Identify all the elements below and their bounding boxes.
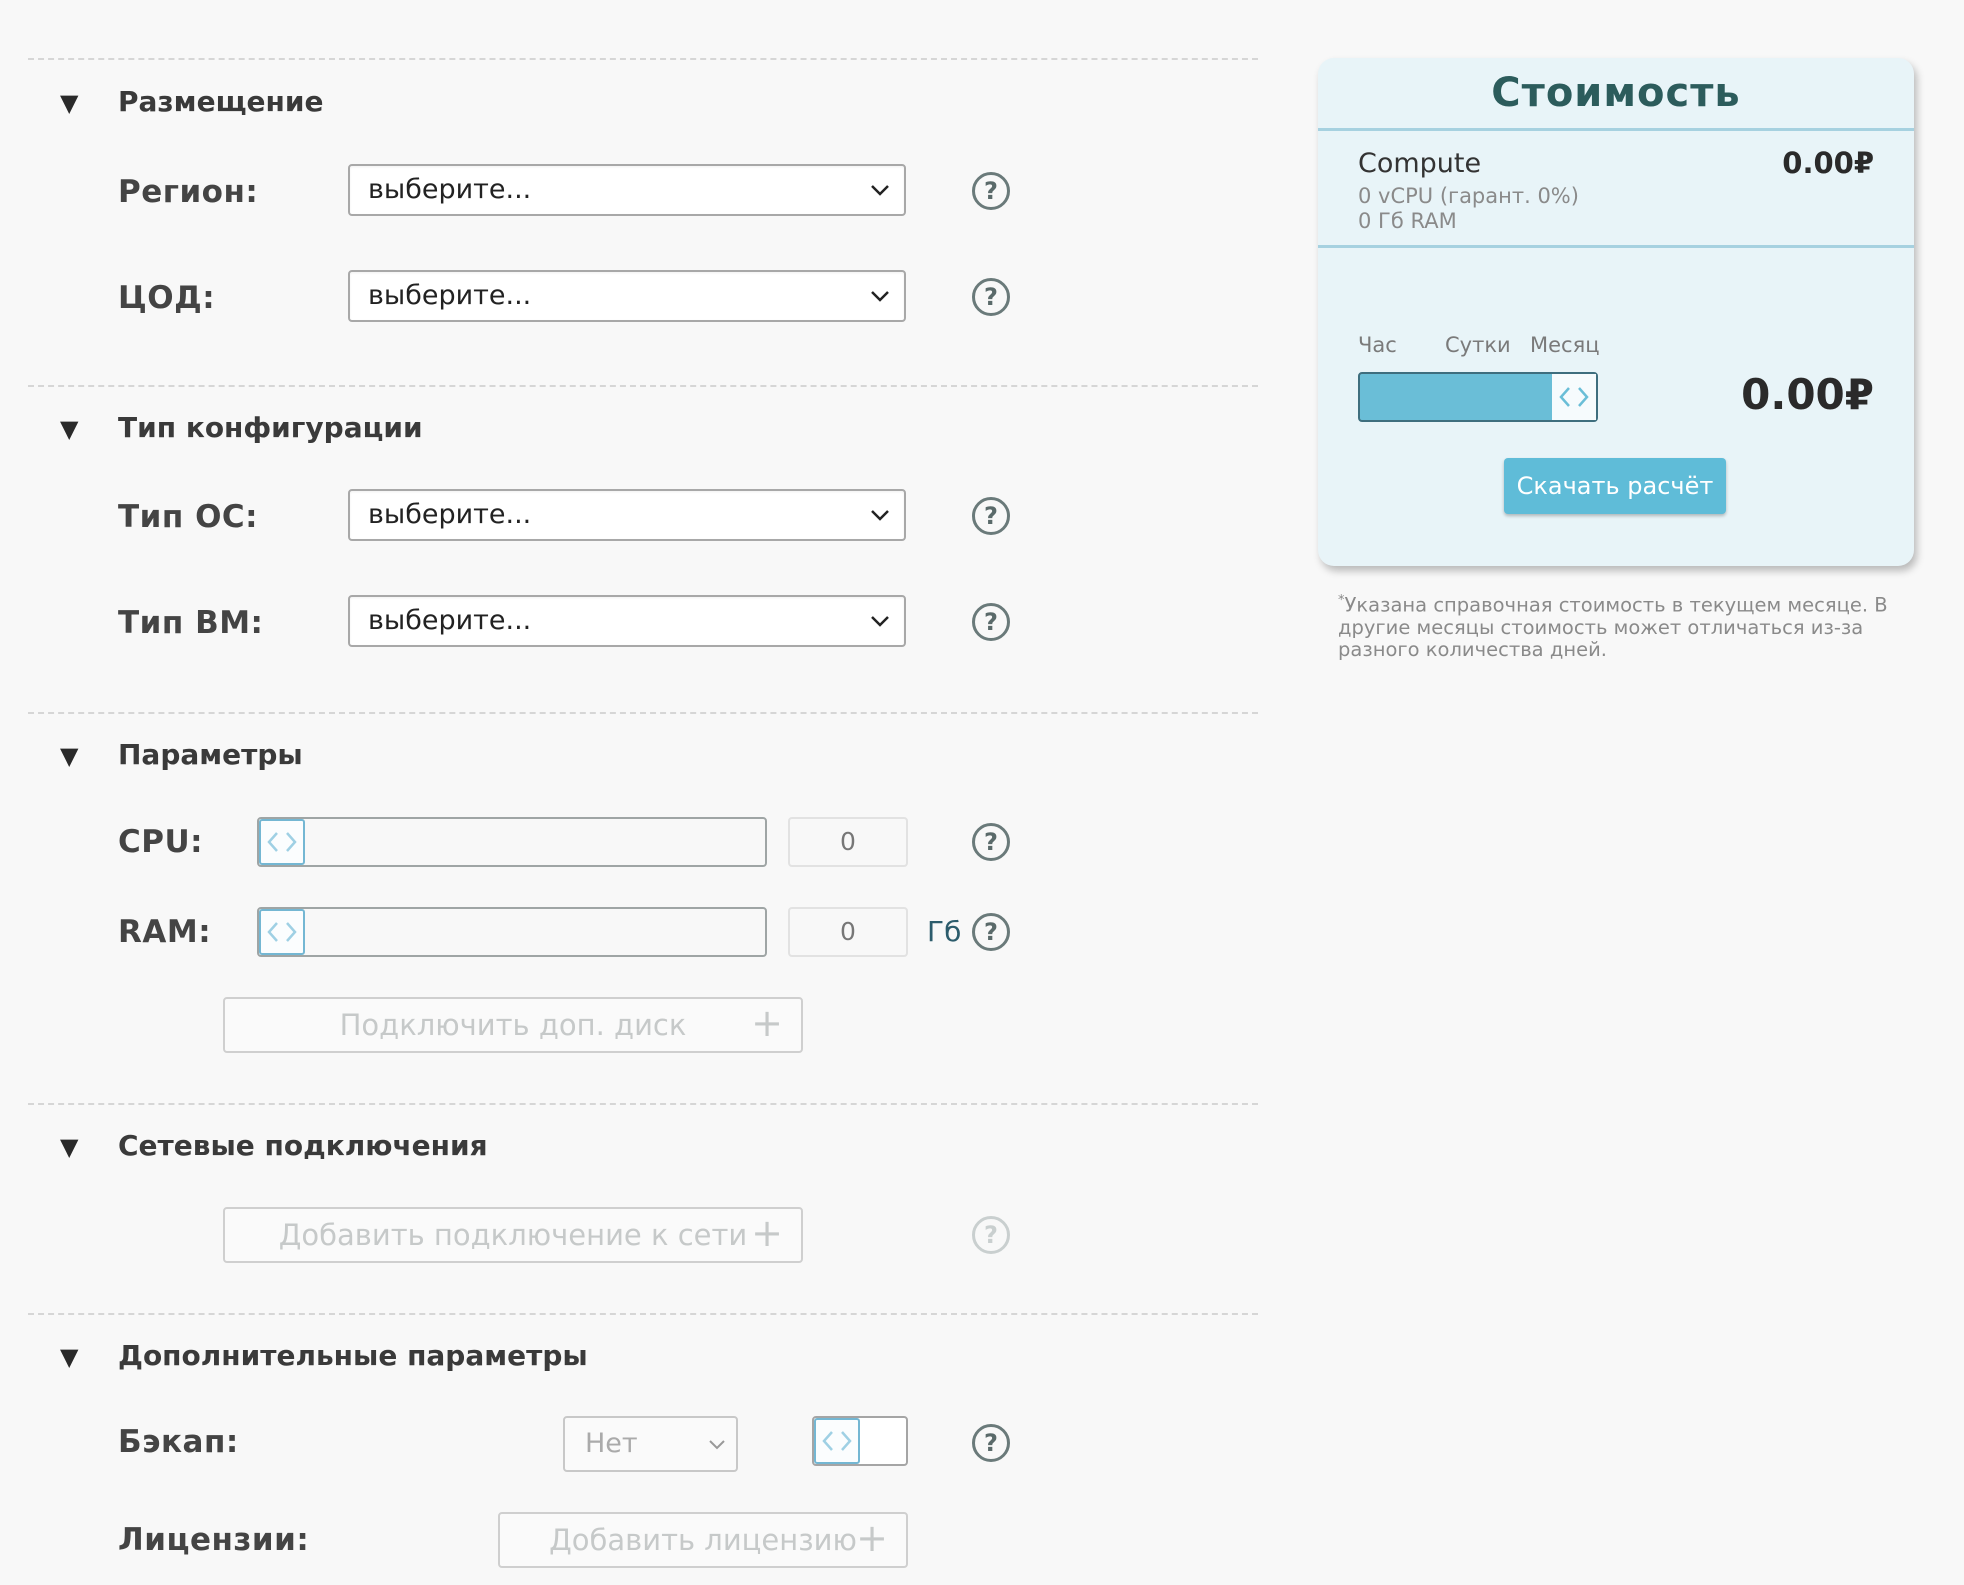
- collapse-triangle-icon: ▼: [60, 415, 79, 443]
- region-select-value: выберите...: [368, 174, 532, 205]
- section-divider: [28, 712, 1258, 714]
- cpu-slider[interactable]: [257, 817, 767, 867]
- vm-type-select[interactable]: выберите...: [348, 595, 906, 647]
- backup-select[interactable]: Нет: [563, 1416, 738, 1472]
- section-title: Параметры: [118, 738, 303, 771]
- cpu-help-icon[interactable]: ?: [972, 823, 1010, 861]
- region-label: Регион:: [118, 174, 259, 210]
- section-header-network[interactable]: ▼ Сетевые подключения: [60, 1126, 488, 1166]
- slider-handle-icon[interactable]: [1550, 374, 1596, 420]
- chevron-down-icon: [870, 597, 890, 645]
- compute-cpu-detail: 0 vCPU (гарант. 0%): [1358, 184, 1579, 208]
- collapse-triangle-icon: ▼: [60, 1343, 79, 1371]
- section-header-placement[interactable]: ▼ Размещение: [60, 82, 323, 122]
- backup-select-value: Нет: [585, 1428, 638, 1459]
- ram-slider[interactable]: [257, 907, 767, 957]
- add-license-button[interactable]: Добавить лицензию +: [498, 1512, 908, 1568]
- add-disk-button[interactable]: Подключить доп. диск +: [223, 997, 803, 1053]
- period-month-label[interactable]: Месяц: [1530, 333, 1600, 357]
- backup-label: Бэкап:: [118, 1424, 239, 1460]
- section-divider: [28, 385, 1258, 387]
- compute-name: Compute: [1358, 148, 1482, 179]
- os-type-label: Тип ОС:: [118, 499, 259, 535]
- os-type-select[interactable]: выберите...: [348, 489, 906, 541]
- add-network-button[interactable]: Добавить подключение к сети +: [223, 1207, 803, 1263]
- pricing-footnote: *Указана справочная стоимость в текущем …: [1338, 590, 1928, 661]
- section-title: Размещение: [118, 85, 324, 118]
- chevron-down-icon: [870, 491, 890, 539]
- compute-ram-detail: 0 Гб RAM: [1358, 209, 1457, 233]
- dc-select-value: выберите...: [368, 280, 532, 311]
- vm-type-label: Тип ВМ:: [118, 605, 264, 641]
- os-type-help-icon[interactable]: ?: [972, 497, 1010, 535]
- period-hour-label[interactable]: Час: [1358, 333, 1397, 357]
- footnote-text: Указана справочная стоимость в текущем м…: [1338, 593, 1888, 661]
- section-title: Сетевые подключения: [118, 1129, 488, 1162]
- period-slider[interactable]: [1358, 372, 1598, 422]
- backup-help-icon[interactable]: ?: [972, 1424, 1010, 1462]
- region-help-icon[interactable]: ?: [972, 172, 1010, 210]
- period-day-label[interactable]: Сутки: [1445, 333, 1511, 357]
- vm-type-help-icon[interactable]: ?: [972, 603, 1010, 641]
- plus-icon: +: [751, 1001, 783, 1045]
- section-divider: [28, 58, 1258, 60]
- os-type-select-value: выберите...: [368, 499, 532, 530]
- section-title: Дополнительные параметры: [118, 1339, 588, 1372]
- plus-icon: +: [751, 1211, 783, 1255]
- collapse-triangle-icon: ▼: [60, 1133, 79, 1161]
- toggle-handle-icon[interactable]: [814, 1418, 860, 1464]
- configurator-form: ▼ Размещение Регион: выберите... ? ЦОД: в…: [0, 0, 1280, 1585]
- collapse-triangle-icon: ▼: [60, 742, 79, 770]
- network-help-icon[interactable]: ?: [972, 1216, 1010, 1254]
- slider-handle-icon[interactable]: [259, 909, 305, 955]
- region-select[interactable]: выберите...: [348, 164, 906, 216]
- card-divider: [1318, 128, 1914, 131]
- compute-price: 0.00₽: [1782, 146, 1874, 180]
- section-header-config[interactable]: ▼ Тип конфигурации: [60, 408, 423, 448]
- collapse-triangle-icon: ▼: [60, 89, 79, 117]
- license-label: Лицензии:: [118, 1522, 310, 1558]
- dc-label: ЦОД:: [118, 280, 216, 316]
- ram-value-input[interactable]: 0: [788, 907, 908, 957]
- download-estimate-button[interactable]: Скачать расчёт: [1504, 458, 1726, 514]
- ram-label: RAM:: [118, 914, 212, 950]
- section-header-extra[interactable]: ▼ Дополнительные параметры: [60, 1336, 588, 1376]
- cost-card: Стоимость Compute 0.00₽ 0 vCPU (гарант. …: [1318, 58, 1914, 566]
- ram-unit: Гб: [927, 915, 962, 948]
- cpu-value-input[interactable]: 0: [788, 817, 908, 867]
- chevron-down-icon: [870, 272, 890, 320]
- plus-icon: +: [856, 1516, 888, 1560]
- ram-help-icon[interactable]: ?: [972, 913, 1010, 951]
- cost-title: Стоимость: [1491, 70, 1741, 116]
- slider-handle-icon[interactable]: [259, 819, 305, 865]
- section-divider: [28, 1313, 1258, 1315]
- vm-type-select-value: выберите...: [368, 605, 532, 636]
- section-title: Тип конфигурации: [118, 411, 423, 444]
- backup-toggle[interactable]: [812, 1416, 908, 1466]
- add-disk-label: Подключить доп. диск: [339, 1008, 687, 1042]
- chevron-down-icon: [708, 1418, 726, 1470]
- dc-help-icon[interactable]: ?: [972, 278, 1010, 316]
- section-divider: [28, 1103, 1258, 1105]
- dc-select[interactable]: выберите...: [348, 270, 906, 322]
- card-divider: [1318, 245, 1914, 248]
- chevron-down-icon: [870, 166, 890, 214]
- add-license-label: Добавить лицензию: [549, 1523, 857, 1557]
- cpu-label: CPU:: [118, 824, 204, 860]
- section-header-params[interactable]: ▼ Параметры: [60, 735, 303, 775]
- add-network-label: Добавить подключение к сети: [278, 1218, 748, 1252]
- total-price: 0.00₽: [1741, 370, 1874, 419]
